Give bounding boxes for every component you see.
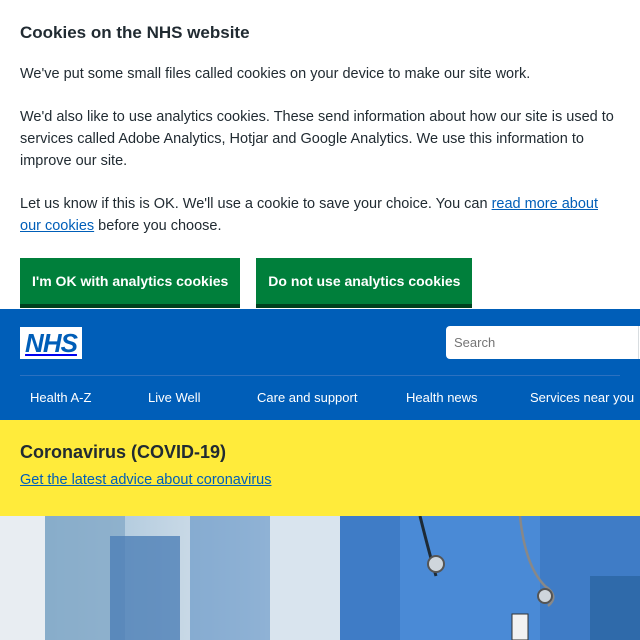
- main-nav: Health A-Z Live Well Care and support He…: [0, 376, 640, 420]
- cookie-analytics-text: We'd also like to use analytics cookies.…: [20, 109, 614, 169]
- nav-item-live-well[interactable]: Live Well: [148, 390, 201, 405]
- reject-analytics-cookies-button[interactable]: Do not use analytics cookies: [256, 258, 473, 304]
- site-header: NHS Health A-Z Live Well Care and suppor…: [0, 309, 640, 420]
- cookie-choice-text-start: Let us know if this is OK. We'll use a c…: [20, 196, 492, 212]
- nav-item-services-near-you[interactable]: Services near you: [530, 390, 634, 405]
- coronavirus-alert: Coronavirus (COVID-19) Get the latest ad…: [0, 420, 640, 516]
- cookie-banner: Cookies on the NHS website We've put som…: [0, 0, 640, 309]
- nhs-logo-text: NHS: [25, 328, 78, 358]
- nhs-logo[interactable]: NHS: [20, 327, 82, 359]
- nav-item-health-news[interactable]: Health news: [406, 390, 478, 405]
- nav-item-health-a-z[interactable]: Health A-Z: [30, 390, 91, 405]
- accept-analytics-cookies-button[interactable]: I'm OK with analytics cookies: [20, 258, 241, 304]
- search-input[interactable]: [446, 326, 638, 359]
- cookie-choice-text: Let us know if this is OK. We'll use a c…: [20, 193, 620, 237]
- cookie-choice-text-end: before you choose.: [94, 218, 222, 234]
- nav-item-care-and-support[interactable]: Care and support: [257, 390, 357, 405]
- hero-image: [0, 516, 640, 640]
- cookie-buttons: I'm OK with analytics cookies Do not use…: [20, 258, 620, 304]
- search-form: [446, 326, 640, 359]
- alert-title: Coronavirus (COVID-19): [20, 442, 227, 462]
- cookie-intro-text: We've put some small files called cookie…: [20, 66, 531, 82]
- coronavirus-advice-link[interactable]: Get the latest advice about coronavirus: [20, 472, 271, 488]
- cookie-banner-title: Cookies on the NHS website: [20, 23, 250, 42]
- hero-illustration: [0, 516, 640, 640]
